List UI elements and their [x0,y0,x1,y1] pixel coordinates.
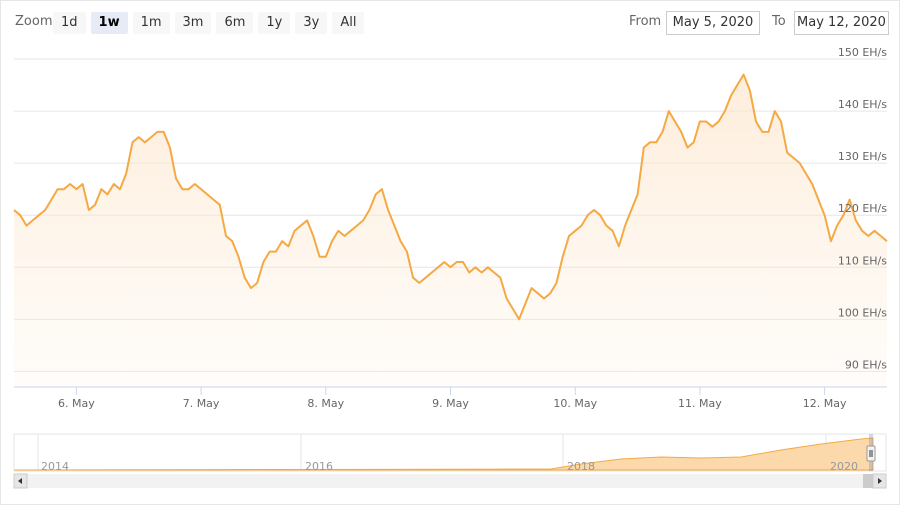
arrow-left-icon[interactable] [13,473,28,489]
scrollbar-track[interactable] [14,474,886,488]
x-tick-label: 6. May [58,397,95,410]
navigator-year-label: 2014 [41,460,69,473]
navigator-year-label: 2018 [567,460,595,473]
scrollbar[interactable] [13,473,887,489]
chart-svg: 6. May 7. May 8. May 9. May 10. May 11. May 12… [13,46,888,489]
x-tick-label: 8. May [307,397,344,410]
y-tick-label: 130 EH/s [838,150,887,163]
x-tick-label: 9. May [432,397,469,410]
y-tick-label: 110 EH/s [838,254,887,267]
y-tick-label: 150 EH/s [838,46,887,59]
area-layer [13,73,888,387]
x-axis: 6. May 7. May 8. May 9. May 10. May 11. May 12… [14,386,887,410]
navigator-year-label: 2020 [830,460,858,473]
navigator-year-label: 2016 [305,460,333,473]
arrow-right-icon[interactable] [872,473,887,489]
chart-container: Zoom 1d 1w 1m 3m 6m 1y 3y All From May 5… [0,0,900,505]
range-handle-icon[interactable] [866,445,876,462]
y-tick-label: 100 EH/s [838,306,887,319]
y-tick-label: 140 EH/s [838,98,887,111]
navigator[interactable]: 2014 2016 2018 2020 [13,433,887,473]
x-tick-label: 12. May [803,397,847,410]
x-tick-label: 10. May [553,397,597,410]
y-tick-label: 90 EH/s [845,358,887,371]
x-tick-label: 11. May [678,397,722,410]
y-tick-label: 120 EH/s [838,202,887,215]
scrollbar-thumb[interactable] [863,474,873,488]
x-tick-label: 7. May [183,397,220,410]
